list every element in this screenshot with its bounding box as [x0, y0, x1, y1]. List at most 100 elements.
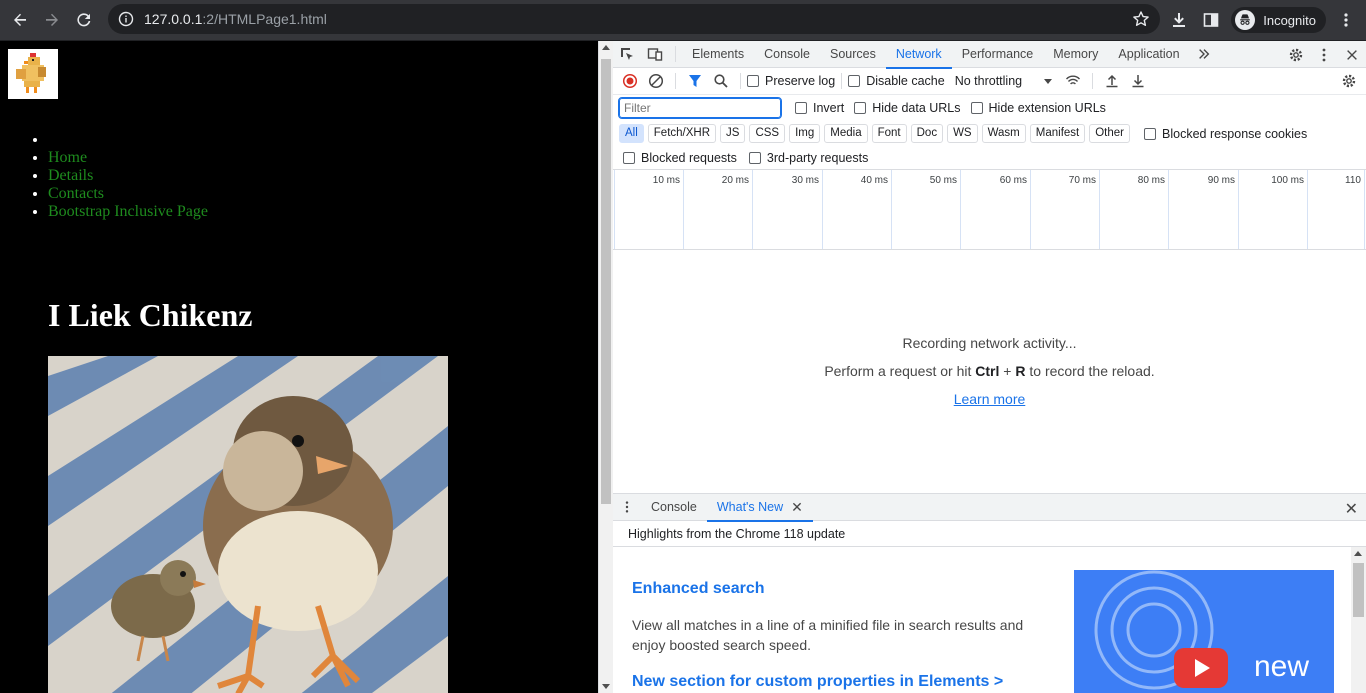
type-img-button[interactable]: Img [789, 124, 821, 143]
chevron-down-icon [1044, 78, 1053, 84]
nav-item-contacts: Contacts [48, 185, 208, 203]
drawer-tab-whats-new[interactable]: What's New ✕ [706, 494, 813, 522]
devtools-menu-icon[interactable] [1310, 41, 1338, 68]
scroll-down-icon[interactable] [602, 684, 610, 689]
disable-cache-checkbox[interactable]: Disable cache [848, 74, 945, 88]
tab-network[interactable]: Network [885, 41, 952, 69]
timeline-tick: 80 ms [1138, 170, 1169, 249]
browser-menu-icon[interactable] [1334, 8, 1358, 32]
back-icon[interactable] [8, 8, 32, 32]
hide-extension-urls-checkbox[interactable]: Hide extension URLs [970, 101, 1106, 115]
type-doc-button[interactable]: Doc [910, 124, 944, 143]
enhanced-search-link[interactable]: Enhanced search [632, 580, 765, 598]
checkbox-box[interactable] [748, 151, 761, 164]
whats-new-video-thumbnail[interactable]: new [1074, 570, 1334, 693]
bookmark-star-icon[interactable] [1132, 10, 1150, 28]
page-scrollbar[interactable] [598, 41, 613, 693]
whats-new-scrollbar[interactable] [1351, 547, 1366, 693]
hide-data-urls-checkbox[interactable]: Hide data URLs [854, 101, 961, 115]
type-media-button[interactable]: Media [824, 124, 868, 143]
network-conditions-icon[interactable] [1060, 68, 1086, 94]
clear-icon[interactable] [643, 68, 669, 94]
nav-link-home[interactable]: Home [48, 149, 87, 166]
forward-icon[interactable] [40, 8, 64, 32]
throttling-select[interactable]: No throttling [955, 74, 1053, 88]
third-party-requests-checkbox[interactable]: 3rd-party requests [748, 151, 868, 165]
chicken-logo [8, 49, 58, 99]
address-bar[interactable]: 127.0.0.1:2/HTMLPage1.html [108, 4, 1160, 34]
blocked-response-cookies-checkbox[interactable]: Blocked response cookies [1144, 127, 1307, 141]
blocked-requests-checkbox[interactable]: Blocked requests [623, 151, 737, 165]
filter-input[interactable] [618, 97, 782, 119]
type-manifest-button[interactable]: Manifest [1029, 124, 1086, 143]
scroll-up-icon[interactable] [1354, 551, 1362, 556]
drawer-close-icon[interactable]: ✕ [1345, 499, 1358, 519]
network-settings-icon[interactable] [1336, 68, 1362, 94]
url-path: :2/HTMLPage1.html [202, 11, 327, 27]
nav-item-empty [48, 131, 208, 149]
filter-icon[interactable] [682, 68, 708, 94]
inspect-element-icon[interactable] [613, 41, 641, 68]
checkbox-box[interactable] [848, 75, 861, 87]
scroll-up-icon[interactable] [602, 45, 610, 50]
type-other-button[interactable]: Other [1089, 124, 1130, 143]
nav-link-bootstrap[interactable]: Bootstrap Inclusive Page [48, 203, 208, 220]
custom-properties-link[interactable]: New section for custom properties in Ele… [632, 673, 1003, 691]
import-har-icon[interactable] [1099, 68, 1125, 94]
drawer-menu-icon[interactable] [613, 500, 641, 514]
nav-item-bootstrap: Bootstrap Inclusive Page [48, 203, 208, 221]
nav-link-details[interactable]: Details [48, 167, 93, 184]
type-css-button[interactable]: CSS [749, 124, 786, 143]
whats-new-content: Enhanced search View all matches in a li… [613, 547, 1366, 693]
close-tab-icon[interactable]: ✕ [791, 494, 803, 521]
scroll-thumb[interactable] [601, 59, 611, 504]
record-stop-icon[interactable] [617, 68, 643, 94]
tab-application[interactable]: Application [1108, 41, 1189, 68]
device-toolbar-icon[interactable] [641, 41, 669, 68]
checkbox-box[interactable] [623, 151, 635, 164]
checkbox-box[interactable] [795, 102, 807, 114]
search-icon[interactable] [708, 68, 734, 94]
toolbar-separator [841, 73, 843, 89]
type-fetch-button[interactable]: Fetch/XHR [647, 124, 717, 143]
incognito-badge[interactable]: Incognito [1231, 7, 1326, 33]
network-overview-timeline[interactable]: 10 ms 20 ms 30 ms 40 ms 50 ms 60 ms 70 m… [613, 170, 1366, 250]
tab-elements[interactable]: Elements [682, 41, 754, 68]
drawer-tab-console[interactable]: Console [641, 494, 707, 521]
reload-icon[interactable] [72, 8, 96, 32]
tab-console[interactable]: Console [754, 41, 820, 68]
chick-photo [48, 356, 448, 693]
checkbox-box[interactable] [970, 102, 983, 114]
disable-cache-label: Disable cache [866, 74, 945, 88]
timeline-tick: 20 ms [722, 170, 753, 249]
new-badge: new [1254, 650, 1310, 683]
key-ctrl: Ctrl [975, 363, 1000, 379]
tab-performance[interactable]: Performance [952, 41, 1044, 68]
devtools-close-icon[interactable] [1338, 41, 1366, 68]
checkbox-box[interactable] [1144, 127, 1156, 140]
type-wasm-button[interactable]: Wasm [981, 124, 1026, 143]
type-font-button[interactable]: Font [871, 124, 907, 143]
download-icon[interactable] [1167, 8, 1191, 32]
devtools-settings-icon[interactable] [1282, 41, 1310, 68]
checkbox-box[interactable] [747, 75, 759, 87]
timeline-tick-label: 100 ms [1271, 175, 1304, 186]
invert-checkbox[interactable]: Invert [795, 101, 844, 115]
type-all-button[interactable]: All [619, 124, 644, 143]
scroll-thumb[interactable] [1353, 563, 1364, 617]
tab-sources[interactable]: Sources [820, 41, 886, 68]
type-ws-button[interactable]: WS [947, 124, 978, 143]
type-js-button[interactable]: JS [720, 124, 746, 143]
nav-link-contacts[interactable]: Contacts [48, 185, 104, 202]
checkbox-box[interactable] [854, 102, 867, 114]
more-tabs-icon[interactable] [1190, 41, 1218, 68]
preserve-log-checkbox[interactable]: Preserve log [747, 74, 835, 88]
tab-memory[interactable]: Memory [1043, 41, 1108, 68]
export-har-icon[interactable] [1125, 68, 1151, 94]
resource-type-filters: All Fetch/XHR JS CSS Img Media Font Doc … [613, 121, 1366, 146]
devtools-tabbar: Elements Console Sources Network Perform… [613, 41, 1366, 69]
reload-hint-post: to record the reload. [1025, 363, 1155, 379]
side-panel-icon[interactable] [1199, 8, 1223, 32]
learn-more-link[interactable]: Learn more [954, 391, 1026, 407]
site-info-icon[interactable] [118, 11, 134, 27]
